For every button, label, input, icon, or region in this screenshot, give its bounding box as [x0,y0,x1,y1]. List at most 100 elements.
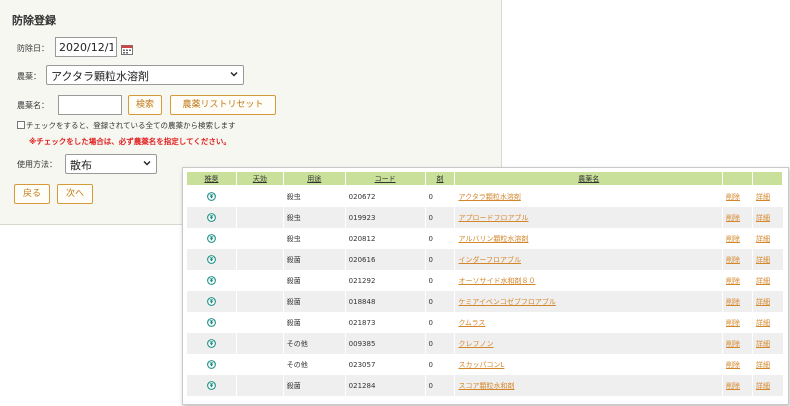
detail-link[interactable]: 詳細 [756,193,770,201]
delete-cell: 削除 [722,375,753,396]
recommended-badge-icon [207,276,216,285]
detail-link[interactable]: 詳細 [756,319,770,327]
effect-cell [235,228,284,249]
use-cell: 殺虫 [282,185,346,207]
pesticide-name-link[interactable]: クレフノン [458,340,493,348]
col-recommended[interactable]: 推奨 [186,171,237,186]
pesticide-select[interactable]: アクタラ顆粒水溶剤 [46,65,244,85]
code-cell: 021292 [344,270,426,291]
back-button[interactable]: 戻る [14,184,50,204]
method-select[interactable]: 散布 [65,154,157,174]
agent-cell: 0 [424,375,455,396]
search-all-checkbox[interactable] [17,121,25,129]
delete-link[interactable]: 削除 [726,361,740,369]
table-header-row: 推奨 天効 用途 コード 剤 農薬名 [186,171,784,186]
code-cell: 021873 [344,312,426,333]
recommended-badge-icon [207,297,216,306]
detail-link[interactable]: 詳細 [756,277,770,285]
effect-cell [235,207,284,228]
delete-link[interactable]: 削除 [726,382,740,390]
recommended-badge-icon [207,192,216,201]
agent-cell: 0 [424,333,455,354]
recommended-cell [186,375,237,396]
name-cell: アプロードフロアブル [454,207,723,228]
recommended-cell [186,185,237,207]
col-agent[interactable]: 剤 [424,171,456,186]
calendar-icon[interactable] [121,44,133,55]
pesticide-name-link[interactable]: クムラス [458,319,485,327]
use-cell: 殺菌 [282,249,346,270]
method-select-value: 散布 [70,159,92,172]
next-button[interactable]: 次へ [57,184,93,204]
detail-link[interactable]: 詳細 [756,361,770,369]
name-cell: アクタラ顆粒水溶剤 [454,185,723,207]
col-delete [722,171,753,186]
name-cell: インダーフロアブル [454,249,723,270]
recommended-badge-icon [207,318,216,327]
agent-cell: 0 [424,249,455,270]
agent-cell: 0 [424,185,455,207]
delete-link[interactable]: 削除 [726,193,740,201]
pesticide-name-link[interactable]: スコア顆粒水和剤 [458,382,514,390]
delete-link[interactable]: 削除 [726,277,740,285]
col-use[interactable]: 用途 [282,171,346,186]
pesticide-name-label: 農薬名： [17,101,49,110]
delete-cell: 削除 [722,312,753,333]
name-cell: スコア顆粒水和剤 [454,375,723,396]
chevron-down-icon [230,72,238,77]
effect-cell [235,354,284,375]
detail-link[interactable]: 詳細 [756,256,770,264]
use-cell: その他 [282,333,346,354]
agent-cell: 0 [424,312,455,333]
recommended-cell [186,354,237,375]
pesticide-table: 推奨 天効 用途 コード 剤 農薬名 殺虫 020672 0 アクタラ顆粒水溶剤 削除詳… [186,171,784,396]
detail-link[interactable]: 詳細 [756,382,770,390]
pesticide-name-link[interactable]: アプロードフロアブル [458,214,528,222]
recommended-cell [186,270,237,291]
col-code[interactable]: コード [344,171,426,186]
delete-link[interactable]: 削除 [726,340,740,348]
detail-cell: 詳細 [751,228,783,249]
date-input[interactable] [55,37,117,57]
detail-link[interactable]: 詳細 [756,235,770,243]
pesticide-name-input[interactable] [58,95,122,115]
pesticide-name-link[interactable]: アルバリン顆粒水溶剤 [458,235,528,243]
reset-list-button[interactable]: 農薬リストリセット [170,95,276,115]
name-cell: オーソサイド水和剤８０ [454,270,723,291]
detail-link[interactable]: 詳細 [756,298,770,306]
effect-cell [235,312,284,333]
search-all-note: チェックをすると、登録されている全ての農薬から検索します [26,121,236,130]
detail-cell: 詳細 [751,185,783,207]
name-cell: ケミアイベンコゼブフロアブル [454,291,723,312]
pesticide-name-link[interactable]: ケミアイベンコゼブフロアブル [458,298,555,306]
code-cell: 021284 [344,375,426,396]
pesticide-label: 農薬： [17,72,41,81]
effect-cell [235,185,284,207]
table-row: 殺虫 020812 0 アルバリン顆粒水溶剤 削除 詳細 [186,228,783,249]
pesticide-name-link[interactable]: インダーフロアブル [458,256,521,264]
col-effect[interactable]: 天効 [235,171,284,186]
effect-cell [235,333,284,354]
delete-link[interactable]: 削除 [726,235,740,243]
code-cell: 023057 [344,354,426,375]
use-cell: 殺虫 [282,207,346,228]
delete-link[interactable]: 削除 [726,298,740,306]
chevron-down-icon [143,161,151,166]
detail-link[interactable]: 詳細 [756,340,770,348]
detail-link[interactable]: 詳細 [756,214,770,222]
pesticide-name-link[interactable]: アクタラ顆粒水溶剤 [458,193,520,201]
pesticide-name-link[interactable]: オーソサイド水和剤８０ [458,277,535,285]
name-cell: アルバリン顆粒水溶剤 [454,228,723,249]
search-button[interactable]: 検索 [128,95,162,115]
delete-link[interactable]: 削除 [726,319,740,327]
delete-cell: 削除 [722,207,753,228]
recommended-badge-icon [207,339,216,348]
table-row: 殺菌 021873 0 クムラス 削除 詳細 [186,312,783,333]
col-pesticide-name[interactable]: 農薬名 [454,171,724,186]
recommended-badge-icon [207,255,216,264]
pesticide-name-link[interactable]: スカッパコンL [458,361,504,369]
delete-link[interactable]: 削除 [726,214,740,222]
recommended-badge-icon [207,381,216,390]
delete-cell: 削除 [722,185,753,207]
delete-link[interactable]: 削除 [726,256,740,264]
